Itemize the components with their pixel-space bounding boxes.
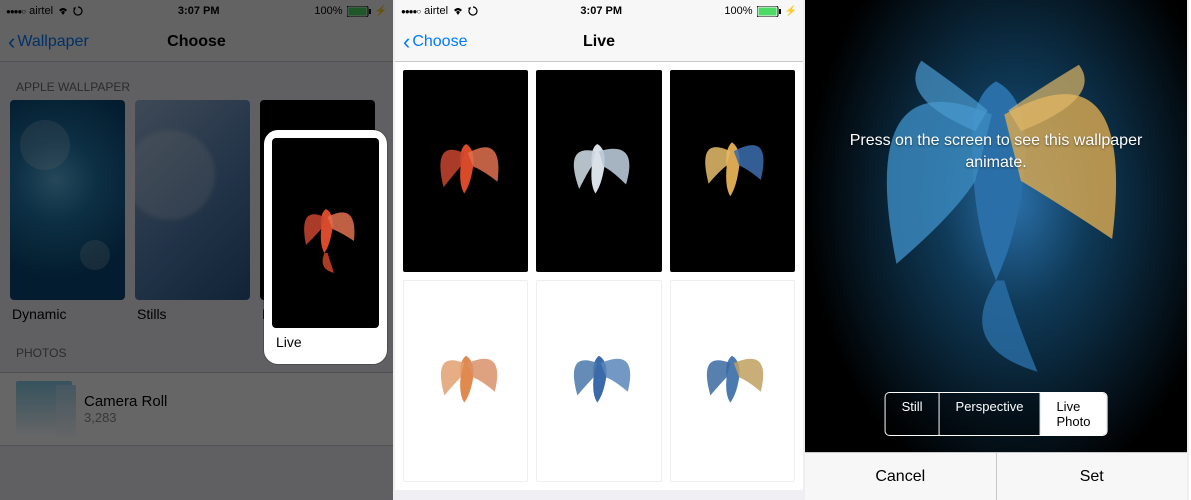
album-count: 3,283 [84,410,167,425]
live-wallpaper-6[interactable] [670,280,795,482]
charging-icon: ⚡ [375,6,387,17]
signal-dots-icon: ●●●●○ [401,7,420,16]
wallpaper-category-stills[interactable]: Stills [135,100,250,328]
carrier-label: airtel [424,5,448,17]
battery-pct: 100% [724,5,752,17]
battery-icon [347,6,371,17]
fish-icon [283,181,369,286]
live-wallpaper-1[interactable] [403,70,528,272]
back-label: Choose [412,33,467,51]
wifi-icon [57,6,69,16]
carrier-label: airtel [29,5,53,17]
album-camera-roll[interactable]: Camera Roll 3,283 [0,372,393,446]
charging-icon: ⚡ [785,6,797,17]
seg-still[interactable]: Still [886,393,940,435]
cancel-button[interactable]: Cancel [805,453,996,500]
chevron-left-icon: ‹ [8,29,15,55]
album-thumbnail [16,381,72,437]
live-wallpaper-4[interactable] [403,280,528,482]
status-time: 3:07 PM [580,5,622,17]
display-mode-segmented-control: Still Perspective Live Photo [885,392,1108,436]
screen-choose-wallpaper: ●●●●○ airtel 3:07 PM 100% ⚡ ‹ [0,0,395,500]
bottom-bar: Cancel Set [805,452,1187,500]
seg-perspective[interactable]: Perspective [940,393,1041,435]
nav-bar: ‹ Wallpaper Choose [0,22,393,62]
live-wallpaper-3[interactable] [670,70,795,272]
screen-wallpaper-preview: Press on the screen to see this wallpape… [805,0,1189,500]
screen-live-grid: ●●●●○ airtel 3:07 PM 100% ⚡ ‹ Choose Liv… [395,0,805,500]
chevron-left-icon: ‹ [403,29,410,55]
live-wallpaper-2[interactable] [536,70,661,272]
highlight-live-category[interactable]: Live [264,130,387,364]
album-title: Camera Roll [84,393,167,410]
section-apple-wallpaper: APPLE WALLPAPER [0,62,393,100]
status-bar: ●●●●○ airtel 3:07 PM 100% ⚡ [0,0,393,22]
nav-bar: ‹ Choose Live [395,22,803,62]
refresh-icon [468,6,478,16]
seg-live-photo[interactable]: Live Photo [1040,393,1106,435]
back-button[interactable]: ‹ Wallpaper [0,29,97,55]
status-bar: ●●●●○ airtel 3:07 PM 100% ⚡ [395,0,803,22]
signal-dots-icon: ●●●●○ [6,7,25,16]
back-button[interactable]: ‹ Choose [395,29,475,55]
animation-hint-text: Press on the screen to see this wallpape… [845,130,1147,173]
back-label: Wallpaper [17,33,88,51]
refresh-icon [73,6,83,16]
wallpaper-category-dynamic[interactable]: Dynamic [10,100,125,328]
wifi-icon [452,6,464,16]
battery-pct: 100% [314,5,342,17]
battery-icon [757,6,781,17]
fish-icon [820,15,1172,380]
status-time: 3:07 PM [178,5,220,17]
live-wallpaper-5[interactable] [536,280,661,482]
set-button[interactable]: Set [996,453,1188,500]
